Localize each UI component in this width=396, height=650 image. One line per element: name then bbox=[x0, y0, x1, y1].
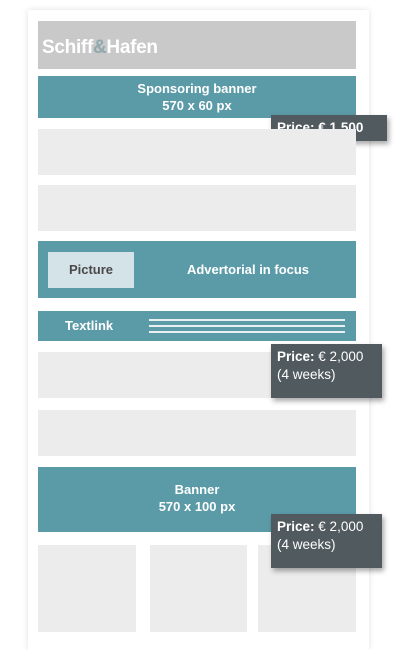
logo-part-1: Schiff bbox=[42, 37, 93, 58]
site-header: Schiff&Hafen bbox=[38, 21, 356, 69]
price-value: € 2,000 bbox=[318, 519, 364, 534]
textlink-line-2 bbox=[149, 325, 345, 327]
sponsoring-banner-title: Sponsoring banner bbox=[137, 81, 257, 96]
textlink-line-1 bbox=[149, 319, 345, 321]
content-placeholder-2 bbox=[38, 185, 356, 231]
advertorial-picture: Picture bbox=[48, 252, 134, 288]
advertorial-title: Advertorial in focus bbox=[186, 262, 310, 277]
price-value: € 2,000 bbox=[318, 349, 364, 364]
content-placeholder-1 bbox=[38, 129, 356, 175]
logo-ampersand: & bbox=[92, 37, 107, 58]
price-duration: (4 weeks) bbox=[277, 367, 336, 382]
banner-title: Banner bbox=[174, 482, 220, 497]
price-label: Price: bbox=[277, 519, 315, 534]
teaser-placeholder-2 bbox=[150, 545, 247, 632]
price-tag-textlink: Price: € 2,000 (4 weeks) bbox=[271, 344, 382, 398]
price-duration: (4 weeks) bbox=[277, 537, 336, 552]
site-logo: Schiff&Hafen bbox=[42, 37, 158, 59]
sponsoring-banner-slot: Sponsoring banner 570 x 60 px bbox=[38, 76, 356, 118]
price-label: Price: bbox=[277, 349, 315, 364]
banner-size: 570 x 100 px bbox=[158, 499, 236, 514]
logo-part-2: Hafen bbox=[106, 37, 158, 58]
price-tag-banner: Price: € 2,000 (4 weeks) bbox=[271, 514, 382, 568]
advertorial-slot: Picture Advertorial in focus bbox=[38, 241, 356, 298]
content-placeholder-4 bbox=[38, 410, 356, 456]
sponsoring-banner-size: 570 x 60 px bbox=[162, 98, 232, 113]
textlink-label: Textlink bbox=[65, 318, 114, 333]
teaser-placeholder-1 bbox=[38, 545, 136, 632]
textlink-line-3 bbox=[149, 331, 345, 333]
textlink-slot: Textlink bbox=[38, 311, 356, 341]
